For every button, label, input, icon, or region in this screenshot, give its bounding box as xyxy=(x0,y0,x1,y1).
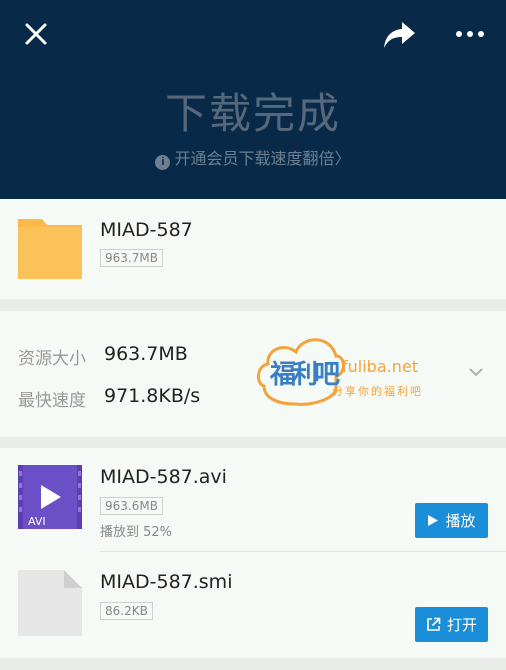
page-title: 下载完成 xyxy=(164,89,341,138)
document-file-icon xyxy=(18,570,82,636)
external-link-icon xyxy=(427,617,441,631)
chevron-down-icon[interactable] xyxy=(466,365,486,379)
play-button[interactable]: 播放 xyxy=(415,503,488,538)
resource-size-value: 963.7MB xyxy=(104,343,188,365)
row-divider xyxy=(100,551,506,552)
watermark-site: fuliba.net xyxy=(342,357,418,376)
close-icon[interactable] xyxy=(22,20,50,48)
fuliba-watermark: 福利吧 fuliba.net 分享你的福利吧 xyxy=(254,326,434,410)
resource-size-label: 资源大小 xyxy=(18,349,86,369)
file-type-label: AVI xyxy=(28,515,46,528)
folder-size-badge: 963.7MB xyxy=(100,249,163,267)
open-button-label: 打开 xyxy=(446,616,477,634)
folder-name: MIAD-587 xyxy=(100,219,193,241)
open-button[interactable]: 打开 xyxy=(415,607,488,642)
play-progress-text: 播放到 52% xyxy=(100,525,173,540)
folder-card[interactable]: MIAD-587 963.7MB xyxy=(0,199,506,299)
file-size-badge: 963.6MB xyxy=(100,497,163,515)
watermark-slogan: 分享你的福利吧 xyxy=(332,385,423,398)
file-size-badge: 86.2KB xyxy=(100,602,153,620)
share-icon[interactable] xyxy=(382,20,416,50)
file-name: MIAD-587.avi xyxy=(100,466,227,488)
folder-icon xyxy=(18,219,82,279)
max-speed-label: 最快速度 xyxy=(18,391,86,411)
play-icon xyxy=(428,515,439,526)
max-speed-value: 971.8KB/s xyxy=(104,385,201,407)
info-icon: i xyxy=(155,155,171,170)
header: 下载完成 i 开通会员下载速度翻倍〉 xyxy=(0,0,506,199)
play-button-label: 播放 xyxy=(445,512,476,530)
vip-promo-link[interactable]: i 开通会员下载速度翻倍〉 xyxy=(0,145,506,170)
vip-promo-text: 开通会员下载速度翻倍 xyxy=(174,149,335,168)
chevron-right-icon: 〉 xyxy=(334,149,351,168)
file-name: MIAD-587.smi xyxy=(100,571,233,593)
more-icon[interactable] xyxy=(454,26,486,42)
watermark-logo-text: 福利吧 xyxy=(270,360,340,390)
